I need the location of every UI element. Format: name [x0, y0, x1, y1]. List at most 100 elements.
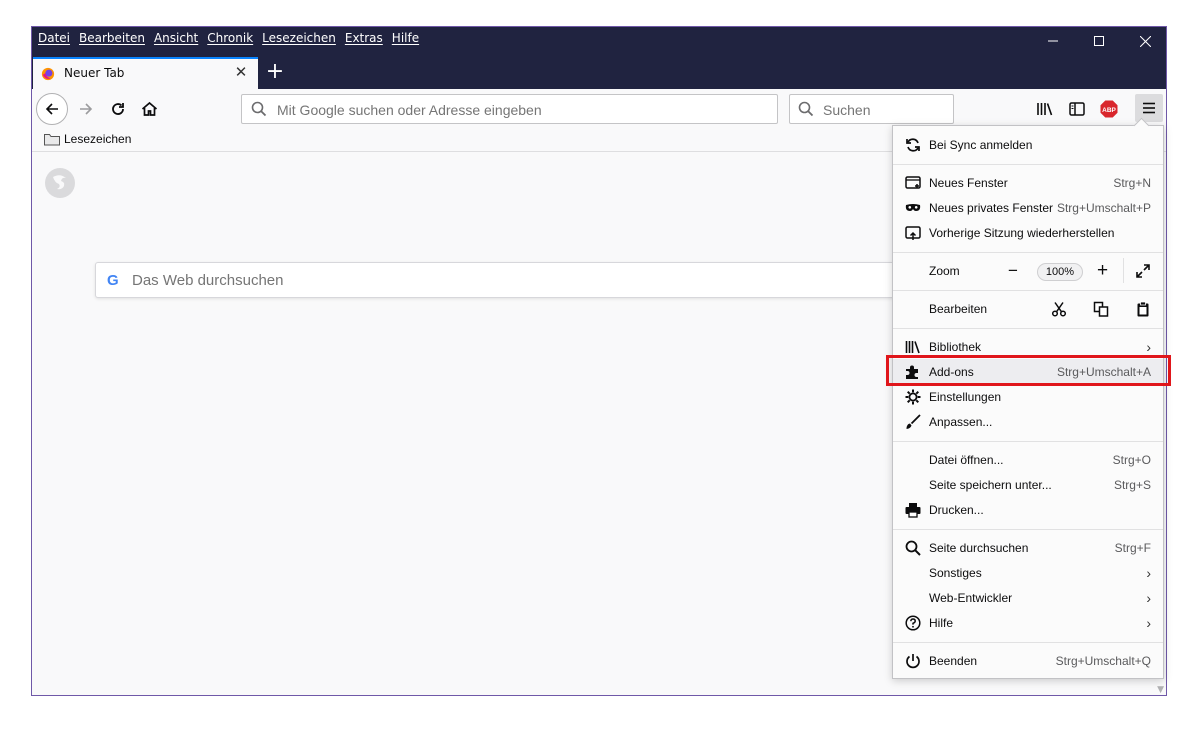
fullscreen-button[interactable]	[1135, 263, 1151, 282]
library-button[interactable]	[1033, 97, 1057, 121]
web-search-box[interactable]: G	[95, 262, 915, 298]
google-icon: G	[107, 272, 119, 289]
sync-icon	[905, 137, 921, 153]
app-menu-panel: Bei Sync anmelden Neues Fenster Strg+N N…	[892, 117, 1164, 679]
menu-item-find[interactable]: Seite durchsuchen Strg+F	[893, 535, 1163, 560]
separator	[893, 642, 1163, 643]
menu-item-label: Bibliothek	[929, 339, 982, 354]
menu-item-label: Seite speichern unter...	[929, 477, 1052, 492]
menu-item-label: Seite durchsuchen	[929, 540, 1029, 555]
menu-item-label: Hilfe	[929, 615, 954, 630]
cut-button[interactable]	[1051, 301, 1067, 320]
address-input[interactable]	[275, 101, 769, 119]
paste-button[interactable]	[1135, 301, 1151, 320]
menu-item-label: Anpassen...	[929, 414, 993, 429]
menu-datei[interactable]: Datei	[38, 29, 70, 47]
menu-ansicht[interactable]: Ansicht	[154, 29, 198, 47]
menu-item-restore-session[interactable]: Vorherige Sitzung wiederherstellen	[893, 220, 1163, 245]
menu-hilfe[interactable]: Hilfe	[392, 29, 419, 47]
menu-item-label: Vorherige Sitzung wiederherstellen	[929, 225, 1115, 240]
minimize-button[interactable]	[1030, 27, 1076, 55]
library-icon	[905, 339, 921, 355]
tab-neuer-tab[interactable]: Neuer Tab ✕	[33, 57, 258, 89]
separator	[893, 164, 1163, 165]
menu-item-edit: Bearbeiten	[893, 296, 1163, 321]
search-icon	[251, 101, 267, 117]
separator	[893, 252, 1163, 253]
menu-item-label: Drucken...	[929, 502, 984, 517]
shortcut-label: Strg+Umschalt+Q	[1055, 653, 1151, 668]
separator	[893, 529, 1163, 530]
menu-item-quit[interactable]: Beenden Strg+Umschalt+Q	[893, 648, 1163, 673]
scroll-down-icon[interactable]: ▼	[1157, 685, 1164, 695]
copy-button[interactable]	[1093, 301, 1109, 320]
tab-close-button[interactable]: ✕	[233, 64, 249, 80]
svg-text:ABP: ABP	[1102, 107, 1116, 114]
menu-item-label: Neues Fenster	[929, 175, 1008, 190]
minimize-icon	[1048, 40, 1058, 42]
new-window-icon	[905, 175, 921, 191]
fullscreen-icon	[1136, 264, 1150, 278]
menu-item-label: Neues privates Fenster	[929, 200, 1054, 215]
chevron-right-icon: ›	[1146, 614, 1151, 631]
search-input[interactable]	[821, 101, 945, 119]
menu-item-label: Einstellungen	[929, 389, 1002, 404]
menu-item-customize[interactable]: Anpassen...	[893, 409, 1163, 434]
home-icon	[141, 101, 157, 116]
reload-icon	[112, 103, 124, 115]
back-button[interactable]	[36, 93, 68, 125]
zoom-reset-button[interactable]: 100%	[1037, 263, 1083, 281]
close-window-button[interactable]	[1122, 27, 1166, 55]
web-search-input[interactable]	[130, 271, 894, 290]
menu-item-save-page[interactable]: Seite speichern unter... Strg+S	[893, 472, 1163, 497]
firefox-logo-icon	[45, 168, 75, 198]
menu-item-label: Datei öffnen...	[929, 452, 1004, 467]
sidebar-button[interactable]	[1065, 97, 1089, 121]
menu-bar: Datei Bearbeiten Ansicht Chronik Lesezei…	[38, 29, 428, 47]
forward-button[interactable]	[74, 97, 98, 121]
shortcut-label: Strg+N	[1113, 175, 1151, 190]
chevron-right-icon: ›	[1146, 564, 1151, 581]
menu-bearbeiten[interactable]: Bearbeiten	[79, 29, 145, 47]
home-button[interactable]	[137, 97, 161, 121]
menu-item-web-developer[interactable]: Web-Entwickler ›	[893, 585, 1163, 610]
menu-item-more[interactable]: Sonstiges ›	[893, 560, 1163, 585]
paintbrush-icon	[905, 414, 921, 430]
maximize-button[interactable]	[1076, 27, 1122, 55]
menu-item-settings[interactable]: Einstellungen	[893, 384, 1163, 409]
arrow-left-icon	[45, 103, 58, 115]
reload-button[interactable]	[106, 97, 130, 121]
search-icon	[798, 101, 814, 117]
scissors-icon	[1051, 302, 1067, 317]
firefox-icon	[41, 67, 55, 81]
bookmarks-folder-label: Lesezeichen	[64, 132, 132, 146]
menu-item-open-file[interactable]: Datei öffnen... Strg+O	[893, 447, 1163, 472]
copy-icon	[1093, 301, 1109, 317]
menu-item-label: Web-Entwickler	[929, 590, 1013, 605]
menu-item-private-window[interactable]: Neues privates Fenster Strg+Umschalt+P	[893, 195, 1163, 220]
address-bar[interactable]	[241, 94, 778, 124]
zoom-in-button[interactable]: +	[1097, 260, 1108, 282]
menu-chronik[interactable]: Chronik	[207, 29, 253, 47]
bookmarks-folder[interactable]: Lesezeichen	[44, 132, 131, 146]
new-tab-button[interactable]: +	[262, 60, 288, 86]
menu-item-help[interactable]: Hilfe ›	[893, 610, 1163, 635]
menu-item-label: Beenden	[929, 653, 978, 668]
menu-item-label: Sonstiges	[929, 565, 982, 580]
shortcut-label: Strg+Umschalt+P	[1056, 200, 1151, 215]
edit-label: Bearbeiten	[929, 301, 988, 316]
adblock-plus-button[interactable]: ABP	[1097, 97, 1121, 121]
zoom-out-button[interactable]: −	[1008, 261, 1018, 281]
menu-extras[interactable]: Extras	[345, 29, 383, 47]
menu-item-label: Bei Sync anmelden	[929, 137, 1033, 152]
menu-item-new-window[interactable]: Neues Fenster Strg+N	[893, 170, 1163, 195]
menu-item-sync[interactable]: Bei Sync anmelden	[893, 132, 1163, 157]
menu-lesezeichen[interactable]: Lesezeichen	[262, 29, 336, 47]
search-bar[interactable]	[789, 94, 954, 124]
highlight-annotation-box	[886, 355, 1171, 386]
help-icon	[905, 615, 921, 631]
title-bar: Datei Bearbeiten Ansicht Chronik Lesezei…	[32, 27, 1166, 89]
hamburger-icon	[1143, 102, 1155, 114]
open-menu-button[interactable]	[1135, 94, 1163, 122]
menu-item-print[interactable]: Drucken...	[893, 497, 1163, 522]
